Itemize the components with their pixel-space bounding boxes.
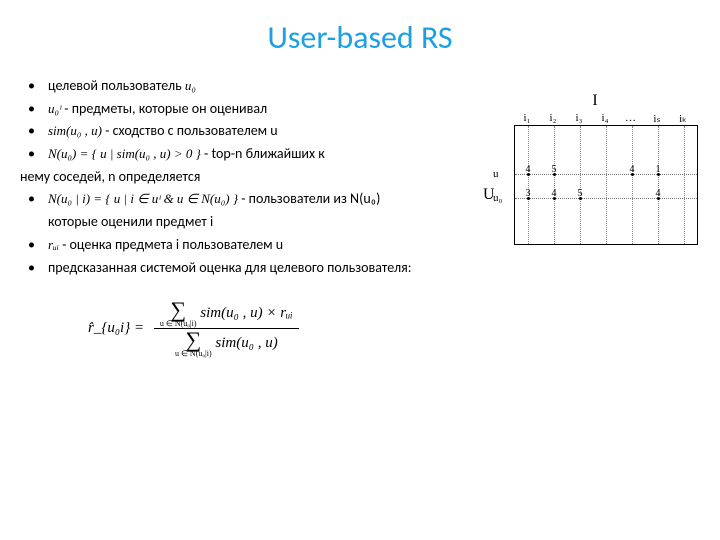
bullet-2: • u₀ᶦ - предметы, которые он оценивал [28, 98, 465, 120]
matrix-col-2: i₃ [566, 112, 592, 125]
user-item-matrix: I i₁i₂i₃i₄…iₛiₖ U u4541u₀3454 [484, 92, 706, 245]
bullet-4-cont: нему соседей, n определяется [20, 166, 465, 188]
bullet-4: • N(u₀) = { u | sim(u₀ , u) > 0 } - top-… [28, 143, 465, 165]
bullet-7: • предсказанная системой оценка для целе… [28, 257, 465, 279]
matrix-col-6: iₖ [670, 112, 696, 125]
matrix-cols: i₁i₂i₃i₄…iₛiₖ [514, 112, 706, 125]
matrix-I-label: I [484, 92, 706, 110]
bullet-5: • N(u₀ | i) = { u | i ∈ uᶦ & u ∈ N(u₀) }… [28, 188, 465, 210]
matrix-col-1: i₂ [540, 112, 566, 125]
matrix-row-label-0: u [493, 168, 499, 180]
matrix-col-3: i₄ [592, 112, 618, 125]
slide-title: User-based RS [0, 0, 720, 57]
prediction-formula: r̂_{u₀i} = ∑u ∈ N(u₀|i) sim(u₀ , u) × rᵤ… [88, 300, 465, 357]
bullet-3: • sim(u₀ , u) - сходство с пользователем… [28, 120, 465, 142]
matrix-col-5: iₛ [644, 112, 670, 125]
bullet-6: • rᵤᵢ - оценка предмета i пользователем … [28, 234, 465, 256]
matrix-col-0: i₁ [514, 112, 540, 125]
matrix-col-4: … [618, 112, 644, 125]
matrix-grid: U u4541u₀3454 [514, 125, 698, 245]
bullet-1: • целевой пользователь u₀ [28, 75, 465, 97]
bullet-list: • целевой пользователь u₀ • u₀ᶦ - предме… [0, 57, 465, 357]
matrix-row-label-1: u₀ [493, 192, 502, 204]
bullet-5-cont: которые оценили предмет i [48, 211, 465, 233]
